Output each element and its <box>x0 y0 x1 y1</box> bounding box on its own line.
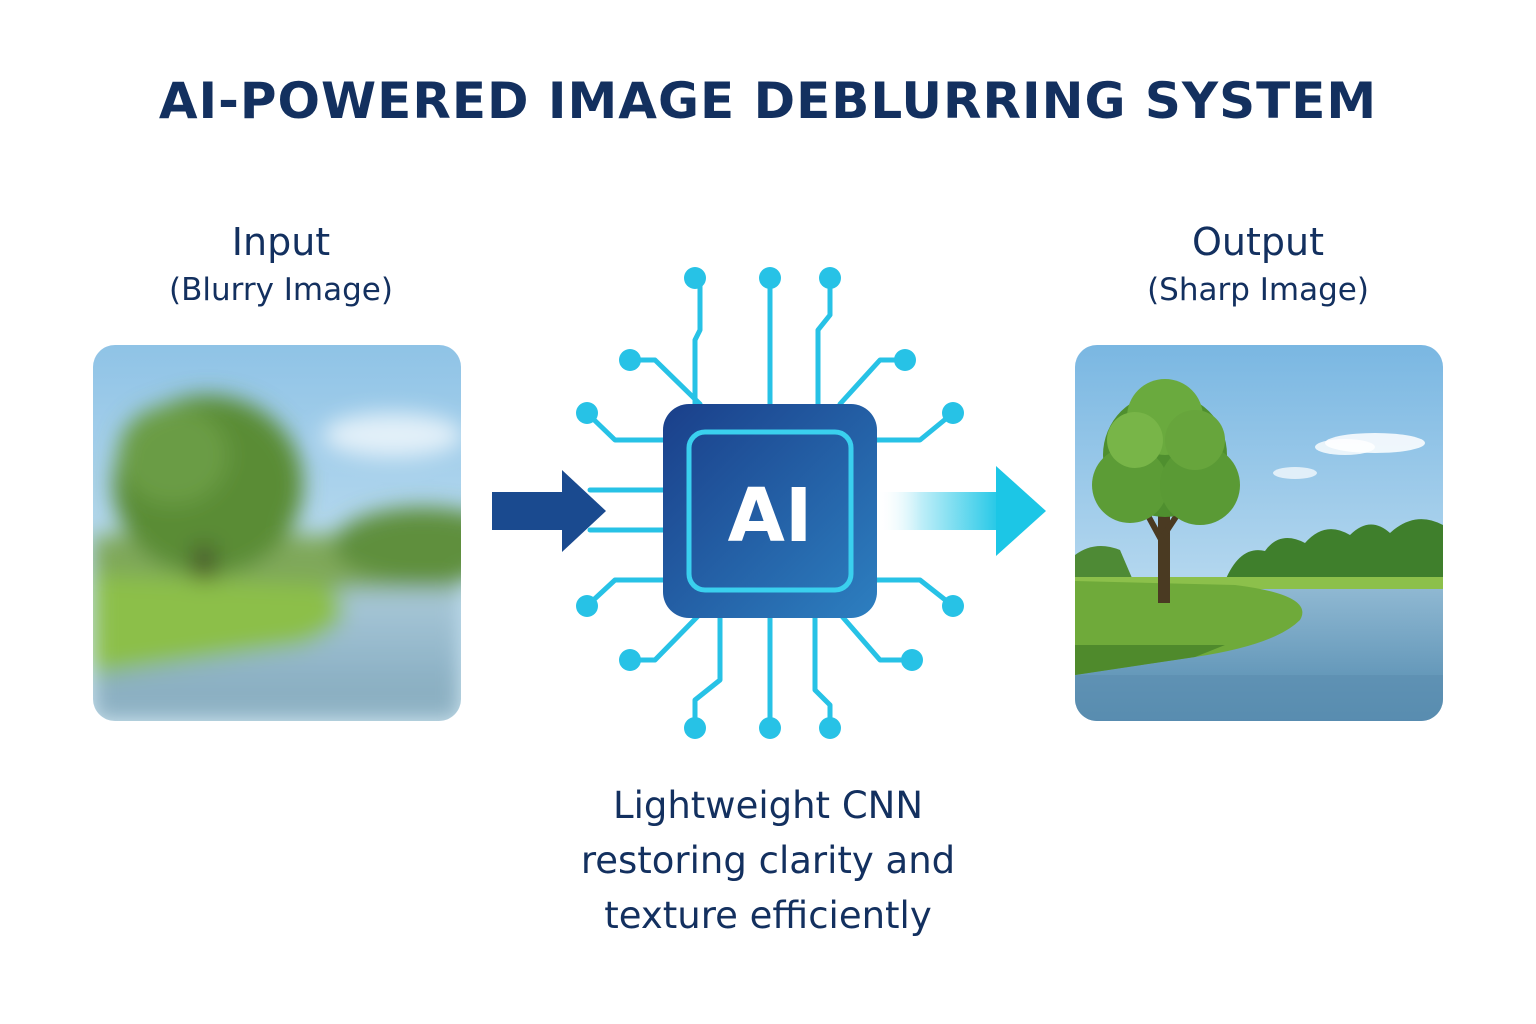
caption: Lightweight CNN restoring clarity and te… <box>468 778 1068 943</box>
caption-line-3: texture efficiently <box>604 894 932 937</box>
input-arrow <box>492 470 606 552</box>
caption-line-2: restoring clarity and <box>580 839 956 882</box>
ai-chip: AI <box>663 404 877 618</box>
caption-line-1: Lightweight CNN <box>612 784 924 827</box>
output-arrow <box>877 466 1046 556</box>
ai-chip-label: AI <box>728 473 813 559</box>
